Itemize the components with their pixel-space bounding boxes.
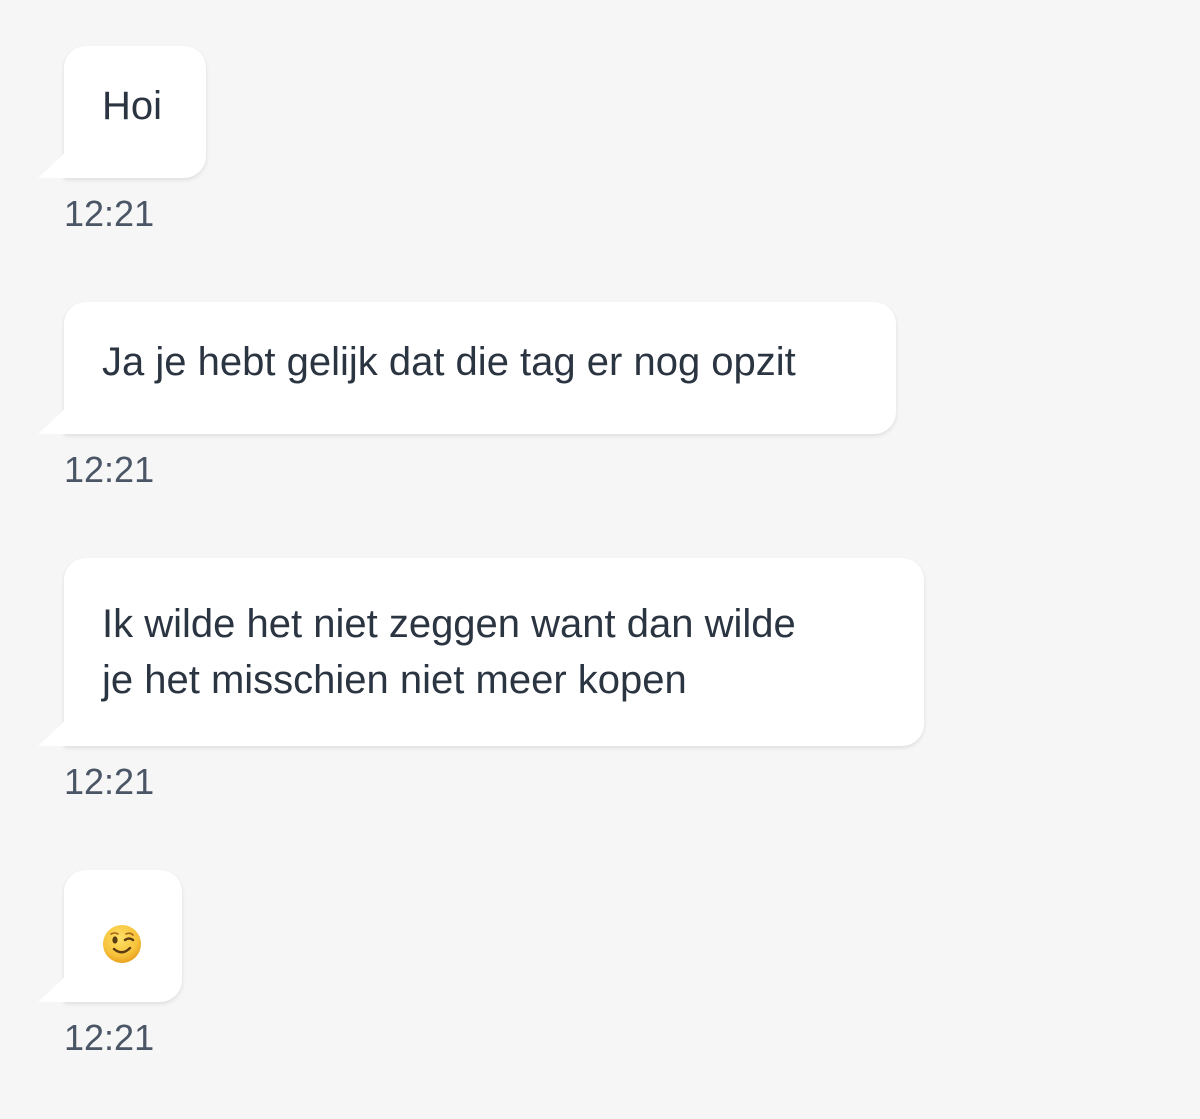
bubble-tail	[38, 406, 68, 434]
message-text: Ja je hebt gelijk dat die tag er nog opz…	[102, 340, 796, 384]
message-text-line: je het misschien niet meer kopen	[102, 658, 687, 702]
message-item: Hoi 12:21	[38, 46, 206, 234]
message-item: Ik wilde het niet zeggen want dan wilde …	[38, 558, 924, 802]
bubble-tail	[38, 150, 68, 178]
chat-thread: Hoi 12:21 Ja je hebt gelijk dat die tag …	[0, 0, 1200, 1119]
message-bubble[interactable]: Hoi	[38, 46, 206, 178]
message-bubble[interactable]: Ik wilde het niet zeggen want dan wilde …	[38, 558, 924, 746]
message-item: Ja je hebt gelijk dat die tag er nog opz…	[38, 302, 896, 490]
message-bubble[interactable]: Ja je hebt gelijk dat die tag er nog opz…	[38, 302, 896, 434]
message-item: 12:21	[38, 870, 182, 1058]
message-bubble[interactable]	[38, 870, 182, 1002]
winking-face-emoji-icon	[103, 925, 141, 964]
message-text: Hoi	[102, 84, 163, 128]
message-timestamp: 12:21	[64, 193, 155, 234]
bubble-tail	[38, 718, 68, 746]
message-timestamp: 12:21	[64, 761, 155, 802]
bubble-tail	[38, 974, 68, 1002]
message-timestamp: 12:21	[64, 1017, 155, 1058]
message-timestamp: 12:21	[64, 449, 155, 490]
message-text-line: Ik wilde het niet zeggen want dan wilde	[102, 602, 796, 646]
